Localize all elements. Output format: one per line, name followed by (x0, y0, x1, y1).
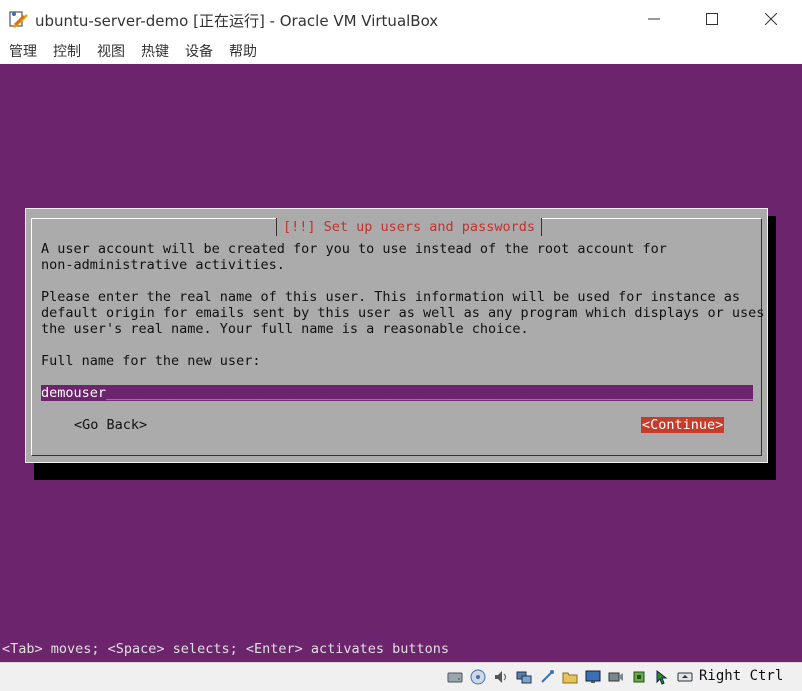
mouse-integration-icon[interactable] (654, 669, 670, 685)
shared-folders-icon[interactable] (562, 669, 578, 685)
cpu-icon[interactable] (631, 669, 647, 685)
minimize-icon (648, 18, 660, 20)
display-icon[interactable] (585, 669, 601, 685)
dialog-text-line: default origin for emails sent by this u… (41, 305, 765, 321)
keyboard-icon[interactable] (677, 669, 693, 685)
virtualbox-icon (9, 11, 28, 28)
dialog-text-line: non-administrative activities. (41, 257, 285, 273)
menu-item-devices[interactable]: 设备 (185, 41, 213, 61)
close-button[interactable] (748, 0, 794, 38)
menu-item-view[interactable]: 视图 (97, 41, 125, 61)
optical-disk-icon[interactable] (470, 669, 486, 685)
menu-bar: 管理 控制 视图 热键 设备 帮助 (0, 38, 802, 64)
window-titlebar: ubuntu-server-demo [正在运行] - Oracle VM Vi… (0, 0, 802, 39)
status-bar: Right Ctrl (0, 662, 802, 691)
full-name-input[interactable]: demouser________________________________… (41, 385, 753, 401)
video-capture-icon[interactable] (608, 669, 624, 685)
continue-button[interactable]: <Continue> (641, 417, 725, 433)
menu-item-manage[interactable]: 管理 (9, 41, 37, 61)
close-icon (765, 13, 777, 25)
window-title: ubuntu-server-demo [正在运行] - Oracle VM Vi… (35, 12, 439, 30)
menu-item-help[interactable]: 帮助 (229, 41, 257, 61)
hard-disk-icon[interactable] (447, 669, 463, 685)
full-name-value: demouser (41, 385, 107, 401)
minimize-button[interactable] (631, 0, 677, 38)
maximize-icon (706, 13, 718, 25)
go-back-button[interactable]: <Go Back> (74, 417, 147, 433)
input-fill: ________________________________________… (106, 385, 753, 401)
usb-icon[interactable] (539, 669, 555, 685)
setup-users-dialog: [!!] Set up users and passwords A user a… (25, 208, 768, 463)
maximize-button[interactable] (689, 0, 735, 38)
full-name-label: Full name for the new user: (41, 353, 261, 369)
menu-item-hotkeys[interactable]: 热键 (141, 41, 169, 61)
menu-item-control[interactable]: 控制 (53, 41, 81, 61)
vm-screen[interactable]: [!!] Set up users and passwords A user a… (0, 64, 802, 662)
dialog-title: [!!] Set up users and passwords (276, 218, 542, 236)
audio-icon[interactable] (493, 669, 509, 685)
dialog-text-line: Please enter the real name of this user.… (41, 289, 740, 305)
keyboard-hint: <Tab> moves; <Space> selects; <Enter> ac… (2, 641, 450, 657)
dialog-text-line: the user's real name. Your full name is … (41, 321, 529, 337)
dialog-text-line: A user account will be created for you t… (41, 241, 667, 257)
network-icon[interactable] (516, 669, 532, 685)
host-key-label: Right Ctrl (699, 668, 784, 684)
